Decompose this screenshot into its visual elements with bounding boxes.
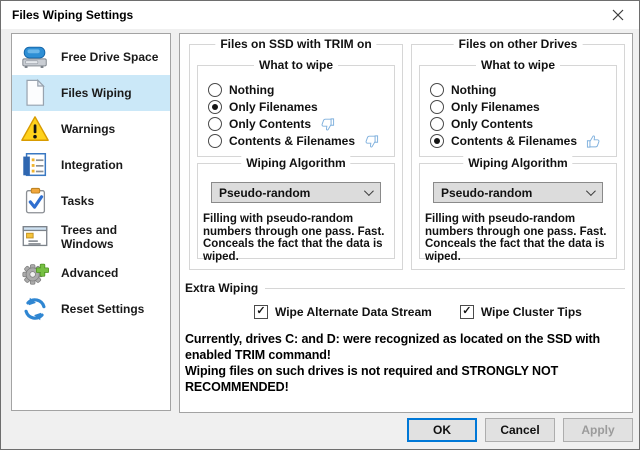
- sidebar-item-integration[interactable]: Integration: [12, 147, 170, 183]
- checkbox-wipe-cluster-tips[interactable]: ✓ Wipe Cluster Tips: [460, 305, 582, 319]
- drives-icon: [20, 42, 50, 72]
- algorithm-selected-value: Pseudo-random: [441, 186, 532, 200]
- cancel-button[interactable]: Cancel: [485, 418, 555, 442]
- radio-ssd-only-filenames[interactable]: Only Filenames: [198, 98, 394, 115]
- algorithm-selected-value: Pseudo-random: [219, 186, 310, 200]
- radio-label: Only Contents: [451, 117, 533, 131]
- algorithm-description: Filling with pseudo-random numbers throu…: [203, 213, 391, 263]
- group-title: Wiping Algorithm: [463, 156, 572, 171]
- warning-line: Currently, drives C: and D: were recogni…: [185, 331, 631, 347]
- radio-other-only-filenames[interactable]: Only Filenames: [420, 98, 616, 115]
- warning-line: RECOMMENDED!: [185, 379, 631, 395]
- group-files-on-other-drives: Files on other Drives What to wipe Nothi…: [411, 44, 625, 270]
- group-title: Files on SSD with TRIM on: [215, 37, 376, 52]
- checkbox-label: Wipe Alternate Data Stream: [275, 305, 432, 319]
- ssd-trim-warning-text: Currently, drives C: and D: were recogni…: [185, 331, 631, 395]
- group-what-to-wipe-ssd: What to wipe Nothing Only Filenames Only…: [197, 65, 395, 157]
- files-wiping-settings-dialog: Files Wiping Settings Free Drive Space: [0, 0, 640, 450]
- radio-ssd-contents-and-filenames[interactable]: Contents & Filenames: [198, 132, 394, 149]
- radio-button[interactable]: [208, 100, 222, 114]
- sidebar-item-files-wiping[interactable]: Files Wiping: [12, 75, 170, 111]
- check-icon: ✓: [462, 306, 471, 317]
- radio-label: Nothing: [229, 83, 274, 97]
- radio-label: Only Filenames: [451, 100, 540, 114]
- group-title: What to wipe: [254, 58, 338, 73]
- radio-button[interactable]: [208, 83, 222, 97]
- warning-line: enabled TRIM command!: [185, 347, 631, 363]
- titlebar: Files Wiping Settings: [1, 1, 639, 29]
- extra-wiping-title: Extra Wiping: [185, 281, 258, 295]
- sidebar-item-reset-settings[interactable]: Reset Settings: [12, 291, 170, 327]
- checkbox-label: Wipe Cluster Tips: [481, 305, 582, 319]
- radio-button[interactable]: [208, 134, 222, 148]
- radio-label: Contents & Filenames: [229, 134, 355, 148]
- extra-wiping-header: Extra Wiping: [185, 281, 625, 295]
- radio-other-nothing[interactable]: Nothing: [420, 81, 616, 98]
- sidebar-item-label: Advanced: [61, 266, 118, 280]
- radio-button[interactable]: [430, 100, 444, 114]
- radio-button[interactable]: [208, 117, 222, 131]
- refresh-arrows-icon: [20, 294, 50, 324]
- algorithm-select-other[interactable]: Pseudo-random: [433, 182, 603, 203]
- checkbox-box[interactable]: ✓: [254, 305, 268, 319]
- ok-button[interactable]: OK: [407, 418, 477, 442]
- sidebar-item-label: Warnings: [61, 122, 115, 136]
- thumb-up-icon: [586, 134, 601, 149]
- tasks-clipboard-icon: [20, 186, 50, 216]
- checkbox-wipe-alternate-data-stream[interactable]: ✓ Wipe Alternate Data Stream: [254, 305, 432, 319]
- window-tree-icon: [20, 222, 50, 252]
- warning-triangle-icon: [20, 114, 50, 144]
- sidebar-item-tasks[interactable]: Tasks: [12, 183, 170, 219]
- sidebar-item-trees-and-windows[interactable]: Trees and Windows: [12, 219, 170, 255]
- files-wiping-panel: Files on SSD with TRIM on What to wipe N…: [179, 33, 633, 413]
- thumb-down-icon: [364, 134, 379, 149]
- radio-ssd-only-contents[interactable]: Only Contents: [198, 115, 394, 132]
- sidebar-item-warnings[interactable]: Warnings: [12, 111, 170, 147]
- integration-list-icon: [20, 150, 50, 180]
- radio-other-only-contents[interactable]: Only Contents: [420, 115, 616, 132]
- sidebar-item-label: Trees and Windows: [61, 223, 170, 251]
- warning-line: Wiping files on such drives is not requi…: [185, 363, 631, 379]
- sidebar-item-label: Tasks: [61, 194, 94, 208]
- radio-ssd-nothing[interactable]: Nothing: [198, 81, 394, 98]
- chevron-down-icon: [364, 186, 374, 196]
- gear-plus-icon: [20, 258, 50, 288]
- radio-label: Only Contents: [229, 117, 311, 131]
- close-icon: [612, 9, 624, 21]
- settings-nav-sidebar: Free Drive Space Files Wiping Warnings: [11, 33, 171, 411]
- group-wiping-algorithm-other: Wiping Algorithm Pseudo-random Filling w…: [419, 163, 617, 259]
- sidebar-item-label: Free Drive Space: [61, 50, 158, 64]
- radio-other-contents-and-filenames[interactable]: Contents & Filenames: [420, 132, 616, 149]
- group-title: Files on other Drives: [454, 37, 583, 52]
- apply-button[interactable]: Apply: [563, 418, 633, 442]
- algorithm-description: Filling with pseudo-random numbers throu…: [425, 213, 613, 263]
- sidebar-item-label: Integration: [61, 158, 123, 172]
- radio-label: Only Filenames: [229, 100, 318, 114]
- document-icon: [20, 78, 50, 108]
- group-files-on-ssd: Files on SSD with TRIM on What to wipe N…: [189, 44, 403, 270]
- sidebar-item-label: Files Wiping: [61, 86, 132, 100]
- check-icon: ✓: [256, 306, 265, 317]
- radio-button[interactable]: [430, 117, 444, 131]
- group-what-to-wipe-other: What to wipe Nothing Only Filenames Only…: [419, 65, 617, 157]
- algorithm-select-ssd[interactable]: Pseudo-random: [211, 182, 381, 203]
- radio-label: Contents & Filenames: [451, 134, 577, 148]
- radio-button[interactable]: [430, 134, 444, 148]
- sidebar-item-free-drive-space[interactable]: Free Drive Space: [12, 39, 170, 75]
- chevron-down-icon: [586, 186, 596, 196]
- radio-label: Nothing: [451, 83, 496, 97]
- sidebar-item-label: Reset Settings: [61, 302, 144, 316]
- group-wiping-algorithm-ssd: Wiping Algorithm Pseudo-random Filling w…: [197, 163, 395, 259]
- window-title: Files Wiping Settings: [1, 8, 133, 22]
- radio-button[interactable]: [430, 83, 444, 97]
- group-title: Wiping Algorithm: [241, 156, 350, 171]
- checkbox-box[interactable]: ✓: [460, 305, 474, 319]
- sidebar-item-advanced[interactable]: Advanced: [12, 255, 170, 291]
- extra-wiping-options: ✓ Wipe Alternate Data Stream ✓ Wipe Clus…: [254, 305, 582, 319]
- divider: [265, 288, 625, 289]
- close-button[interactable]: [601, 1, 635, 29]
- thumb-down-icon: [320, 117, 335, 132]
- group-title: What to wipe: [476, 58, 560, 73]
